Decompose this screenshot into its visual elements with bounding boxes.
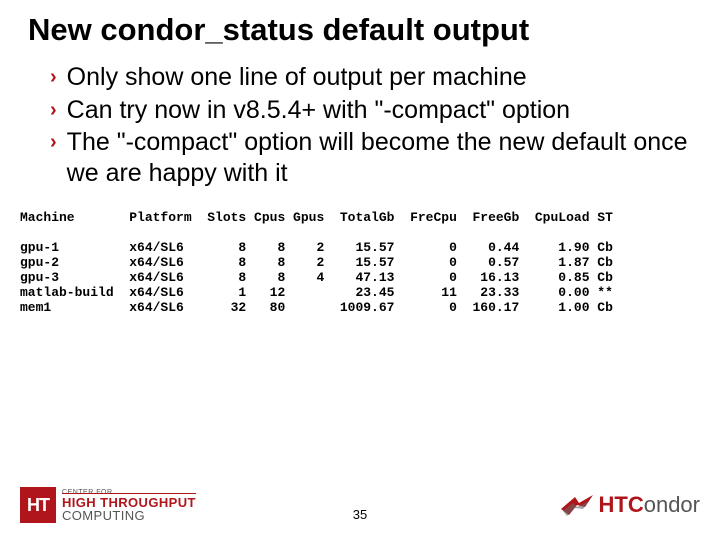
bullet-text: Can try now in v8.5.4+ with "-compact" o… — [67, 95, 570, 126]
bullet-item: › Only show one line of output per machi… — [50, 62, 690, 93]
condor-wordmark: HTCondor — [599, 492, 701, 518]
logo-line2: HIGH THROUGHPUT — [62, 496, 196, 509]
condor-suffix: ondor — [644, 492, 700, 517]
slide-title: New condor_status default output — [0, 0, 720, 56]
condor-bird-icon — [559, 491, 595, 519]
monospace-table: Machine Platform Slots Cpus Gpus TotalGb… — [0, 190, 720, 315]
footer: HT CENTER FOR HIGH THROUGHPUT COMPUTING … — [0, 478, 720, 540]
ht-badge-icon: HT — [20, 487, 56, 523]
logo-text: CENTER FOR HIGH THROUGHPUT COMPUTING — [62, 489, 196, 522]
condor-prefix: HTC — [599, 492, 644, 517]
bullet-text: Only show one line of output per machine — [67, 62, 527, 93]
bullet-item: › Can try now in v8.5.4+ with "-compact"… — [50, 95, 690, 126]
bullet-item: › The "-compact" option will become the … — [50, 127, 690, 188]
logo-htcomputing: HT CENTER FOR HIGH THROUGHPUT COMPUTING — [20, 487, 196, 523]
chevron-icon: › — [50, 66, 57, 89]
chevron-icon: › — [50, 99, 57, 122]
logo-line3: COMPUTING — [62, 509, 196, 522]
bullet-text: The "-compact" option will become the ne… — [67, 127, 690, 188]
logo-htcondor: HTCondor — [559, 491, 701, 519]
bullet-list: › Only show one line of output per machi… — [0, 56, 720, 188]
chevron-icon: › — [50, 131, 57, 154]
